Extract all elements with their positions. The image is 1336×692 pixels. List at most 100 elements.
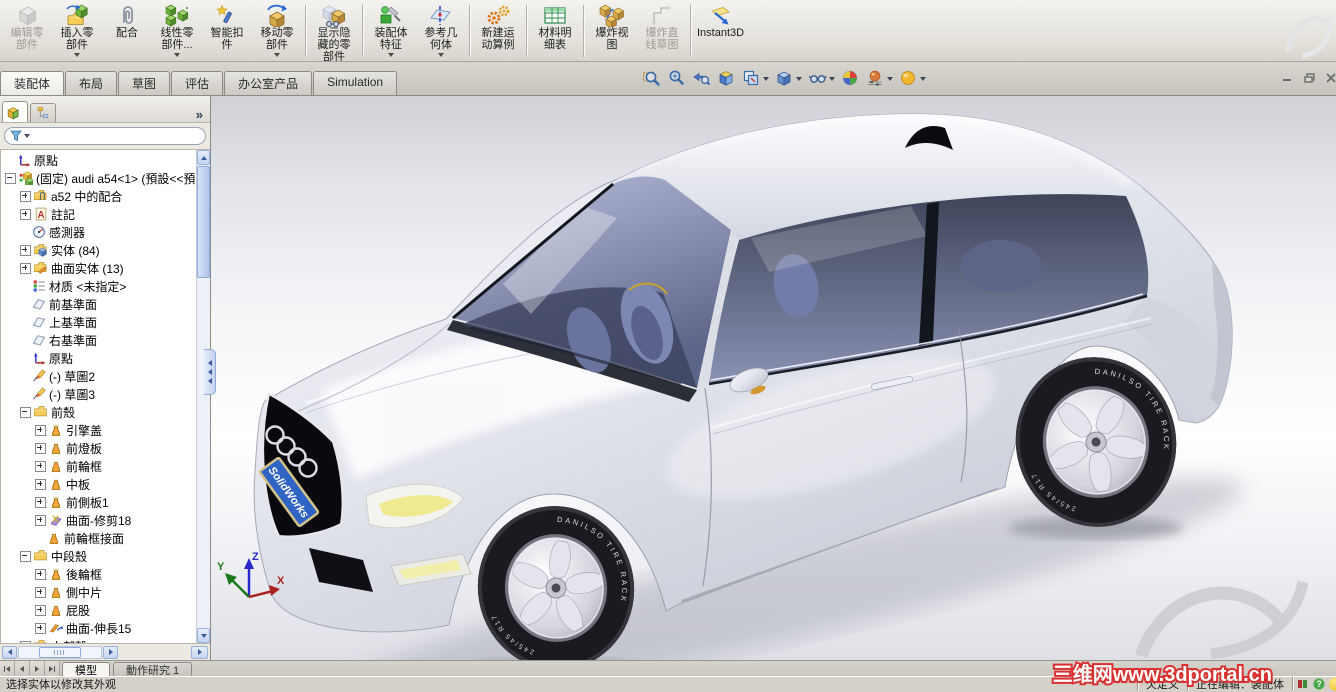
tree-item[interactable]: 右基準面 (1, 331, 196, 349)
close-icon[interactable] (1324, 71, 1336, 84)
command-tab-Simulation[interactable]: Simulation (313, 71, 398, 95)
dropdown-arrow-icon[interactable] (763, 76, 769, 81)
tree-expander-plus-icon[interactable] (35, 568, 46, 580)
reference-geometry-button[interactable]: 参考几 何体 (416, 1, 466, 61)
section-view-button[interactable] (715, 67, 738, 90)
tree-expander-plus-icon[interactable] (20, 244, 31, 256)
view-orientation-button[interactable] (740, 67, 771, 90)
bill-of-materials-button[interactable]: 材料明 细表 (530, 1, 580, 61)
filter-field[interactable] (4, 127, 206, 145)
tree-item[interactable]: 前殼 (1, 403, 196, 421)
tree-item[interactable]: 曲面-伸長15 (1, 619, 196, 637)
tree-expander-plus-icon[interactable] (35, 604, 46, 616)
command-tab-装配体[interactable]: 装配体 (0, 71, 65, 95)
tree-expander-plus-icon[interactable] (35, 622, 46, 634)
tree-item[interactable]: (-) 草圖3 (1, 385, 196, 403)
view-settings-button[interactable] (897, 67, 928, 90)
tree-item[interactable]: 前基準面 (1, 295, 196, 313)
exploded-view-button[interactable]: 爆炸视图 (587, 1, 637, 61)
tree-expander-plus-icon[interactable] (35, 496, 46, 508)
edit-appearance-button[interactable] (839, 67, 862, 90)
tree-item[interactable]: 实体 (84) (1, 241, 196, 259)
hide-show-items-button[interactable] (806, 67, 837, 90)
tree-horizontal-scrollbar[interactable] (0, 644, 210, 660)
command-tab-布局[interactable]: 布局 (65, 71, 118, 95)
tree-item[interactable]: 原點 (1, 349, 196, 367)
filter-input[interactable] (32, 129, 200, 143)
display-style-button[interactable] (773, 67, 804, 90)
mate-button[interactable]: 配合 (102, 1, 152, 61)
dropdown-arrow-icon[interactable] (274, 53, 280, 57)
tree-expander-plus-icon[interactable] (20, 262, 31, 274)
zoom-to-fit-button[interactable] (640, 67, 663, 90)
tree-item[interactable]: 曲面-修剪18 (1, 511, 196, 529)
tab-scroll-left-icon[interactable] (15, 661, 30, 676)
tree-expander-plus-icon[interactable] (35, 460, 46, 472)
command-tab-评估[interactable]: 评估 (171, 71, 224, 95)
tree-item[interactable]: (-) 草圖2 (1, 367, 196, 385)
assembly-features-button[interactable]: 装配体 特征 (366, 1, 416, 61)
tree-item[interactable]: 中段殼 (1, 547, 196, 565)
tree-item[interactable]: 上基準面 (1, 313, 196, 331)
show-hidden-components-button[interactable]: 显示隐 藏的零 部件 (309, 1, 359, 63)
tree-vertical-scrollbar[interactable] (196, 150, 210, 643)
smart-fasteners-button[interactable]: 智能扣件 (202, 1, 252, 61)
tree-expander-plus-icon[interactable] (35, 424, 46, 436)
new-motion-study-button[interactable]: 新建运 动算例 (473, 1, 523, 61)
tab-scroll-first-icon[interactable] (0, 661, 15, 676)
configuration-manager-tab[interactable] (30, 103, 56, 122)
tree-expander-minus-icon[interactable] (20, 550, 31, 562)
feature-manager-tab[interactable] (2, 101, 28, 122)
apply-scene-button[interactable] (864, 67, 895, 90)
help-icon[interactable]: ? (1313, 678, 1325, 690)
tree-item[interactable]: 中板 (1, 475, 196, 493)
tree-expander-minus-icon[interactable] (5, 172, 16, 184)
panel-splitter-handle[interactable] (204, 349, 216, 395)
panel-expand-chevrons[interactable]: » (193, 107, 206, 122)
tree-expander-plus-icon[interactable] (35, 586, 46, 598)
document-tab-模型[interactable]: 模型 (62, 662, 110, 677)
tree-item[interactable]: 引擎盖 (1, 421, 196, 439)
dropdown-arrow-icon[interactable] (74, 53, 80, 57)
horizontal-scroll-track[interactable] (18, 645, 102, 659)
dropdown-arrow-icon[interactable] (887, 76, 893, 81)
dropdown-arrow-icon[interactable] (796, 76, 802, 81)
tree-item[interactable]: (固定) audi a54<1> (預設<<預 (1, 169, 196, 187)
tree-item[interactable]: 上部殼 (1, 637, 196, 643)
move-component-button[interactable]: 移动零 部件 (252, 1, 302, 61)
minimize-icon[interactable] (1280, 71, 1295, 84)
tree-expander-plus-icon[interactable] (35, 478, 46, 490)
command-tab-草图[interactable]: 草图 (118, 71, 171, 95)
tree-item[interactable]: 曲面实体 (13) (1, 259, 196, 277)
dropdown-arrow-icon[interactable] (438, 53, 444, 57)
tree-item[interactable]: A 註記 (1, 205, 196, 223)
scroll-left-icon[interactable] (2, 645, 17, 659)
tab-scroll-last-icon[interactable] (45, 661, 60, 676)
horizontal-scroll-thumb[interactable] (39, 646, 81, 658)
tree-item[interactable]: 前輪框接面 (1, 529, 196, 547)
tree-expander-plus-icon[interactable] (20, 208, 31, 220)
document-tab-動作研究 1[interactable]: 動作研究 1 (113, 662, 193, 677)
insert-component-button[interactable]: 插入零 部件 (52, 1, 102, 61)
graphics-viewport[interactable]: SolidWorks DANILSO TIRE RACK 245/45 R17 … (211, 96, 1336, 660)
tree-item[interactable]: 屁股 (1, 601, 196, 619)
instant3d-button[interactable]: Instant3D (694, 1, 747, 61)
tree-expander-plus-icon[interactable] (20, 640, 31, 643)
tab-scroll-right-icon[interactable] (30, 661, 45, 676)
tree-expander-plus-icon[interactable] (35, 442, 46, 454)
panel-width-expand-button[interactable] (191, 645, 208, 659)
tree-item[interactable]: 後輪框 (1, 565, 196, 583)
tree-item[interactable]: 前燈板 (1, 439, 196, 457)
scroll-up-icon[interactable] (197, 150, 210, 165)
previous-view-button[interactable] (690, 67, 713, 90)
tree-item[interactable]: 材质 <未指定> (1, 277, 196, 295)
dropdown-arrow-icon[interactable] (829, 76, 835, 81)
tree-item[interactable]: 感測器 (1, 223, 196, 241)
tree-expander-minus-icon[interactable] (20, 406, 31, 418)
tree-expander-plus-icon[interactable] (35, 514, 46, 526)
filter-dropdown-icon[interactable] (24, 134, 30, 138)
scroll-down-icon[interactable] (197, 628, 210, 643)
linear-component-pattern-button[interactable]: 线性零 部件... (152, 1, 202, 61)
restore-icon[interactable] (1302, 71, 1317, 84)
tree-item[interactable]: 側中片 (1, 583, 196, 601)
